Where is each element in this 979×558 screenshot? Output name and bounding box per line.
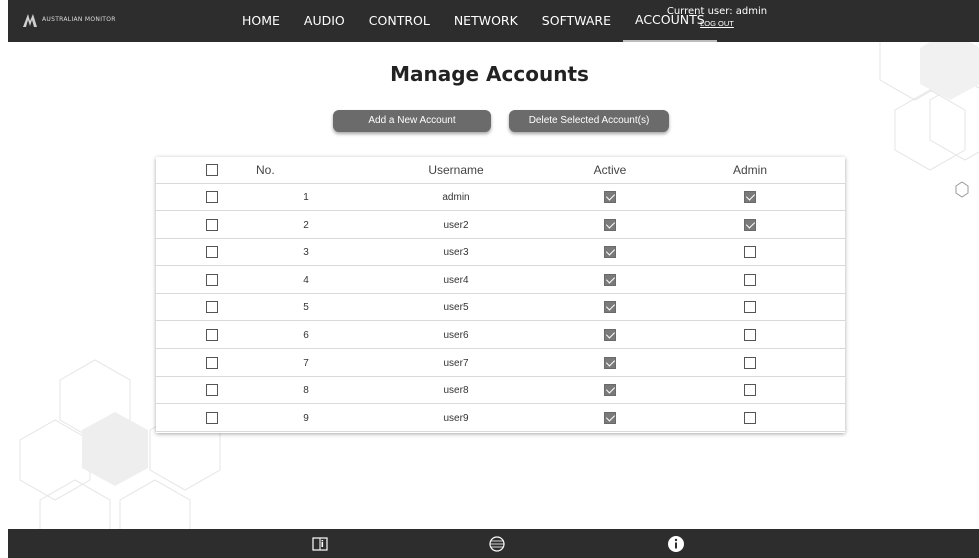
table-row: 1 admin xyxy=(156,184,845,211)
row-username: user8 xyxy=(443,385,469,397)
header-admin: Admin xyxy=(732,163,767,177)
row-number: 1 xyxy=(303,192,309,203)
table-header-row: No. Username Active Admin xyxy=(156,157,845,184)
row-select-checkbox[interactable] xyxy=(206,246,218,259)
row-admin-checkbox[interactable] xyxy=(744,218,756,231)
row-select-checkbox[interactable] xyxy=(206,356,218,369)
row-admin-checkbox[interactable] xyxy=(744,356,756,369)
row-select-checkbox[interactable] xyxy=(206,273,218,286)
nav-home[interactable]: HOME xyxy=(230,0,292,42)
row-active-checkbox[interactable] xyxy=(604,218,616,231)
row-admin-checkbox[interactable] xyxy=(744,329,756,341)
info-icon[interactable] xyxy=(667,535,685,553)
row-active-checkbox[interactable] xyxy=(604,301,616,314)
table-row: 7 user7 xyxy=(156,350,845,377)
row-admin-checkbox[interactable] xyxy=(744,273,756,286)
main-nav: HOME AUDIO CONTROL NETWORK SOFTWARE ACCO… xyxy=(230,0,717,42)
row-admin-checkbox[interactable] xyxy=(744,246,756,259)
table-row: 8 user8 xyxy=(156,377,845,405)
row-number: 5 xyxy=(303,302,309,314)
row-select-checkbox[interactable] xyxy=(206,411,218,424)
row-number: 2 xyxy=(303,219,309,231)
row-username: user4 xyxy=(443,274,469,286)
page-title: Manage Accounts xyxy=(390,62,589,86)
top-nav-bar: AUSTRALIAN MONITOR HOME AUDIO CONTROL NE… xyxy=(8,0,979,42)
row-active-checkbox[interactable] xyxy=(604,411,616,424)
row-username: user3 xyxy=(443,247,469,259)
table-row: 3 user3 xyxy=(156,239,845,267)
row-admin-checkbox[interactable] xyxy=(744,191,756,203)
row-active-checkbox[interactable] xyxy=(604,329,616,341)
row-select-checkbox[interactable] xyxy=(206,384,218,397)
row-select-checkbox[interactable] xyxy=(206,329,218,341)
table-row: 6 user6 xyxy=(156,322,845,349)
accounts-table: No. Username Active Admin 1 admin 2 user2 3 u… xyxy=(156,157,845,433)
row-admin-checkbox[interactable] xyxy=(744,411,756,424)
nav-control[interactable]: CONTROL xyxy=(357,0,442,42)
row-active-checkbox[interactable] xyxy=(604,273,616,286)
row-admin-checkbox[interactable] xyxy=(744,301,756,314)
row-admin-checkbox[interactable] xyxy=(744,384,756,397)
row-number: 7 xyxy=(303,357,309,369)
row-active-checkbox[interactable] xyxy=(604,246,616,259)
header-no: No. xyxy=(256,163,275,177)
row-select-checkbox[interactable] xyxy=(206,301,218,314)
table-row: 2 user2 xyxy=(156,212,845,239)
row-number: 3 xyxy=(303,247,309,259)
header-username: Username xyxy=(428,163,484,177)
row-number: 8 xyxy=(303,385,309,397)
row-username: admin xyxy=(442,192,470,203)
brand-logo[interactable]: AUSTRALIAN MONITOR xyxy=(22,12,116,28)
row-username: user5 xyxy=(443,302,469,314)
row-select-checkbox[interactable] xyxy=(206,191,218,203)
logout-link[interactable]: LOG OUT xyxy=(662,19,772,28)
row-active-checkbox[interactable] xyxy=(604,356,616,369)
row-username: user6 xyxy=(443,330,469,341)
row-number: 6 xyxy=(303,330,309,341)
row-username: user9 xyxy=(443,412,469,424)
row-number: 4 xyxy=(303,274,309,286)
table-row: 9 user9 xyxy=(156,405,845,432)
row-username: user7 xyxy=(443,357,469,369)
select-all-checkbox[interactable] xyxy=(206,164,218,176)
nav-audio[interactable]: AUDIO xyxy=(292,0,357,42)
row-active-checkbox[interactable] xyxy=(604,191,616,203)
logo-text: AUSTRALIAN MONITOR xyxy=(42,16,116,23)
table-row: 5 user5 xyxy=(156,294,845,322)
row-username: user2 xyxy=(443,219,469,231)
manual-icon[interactable] xyxy=(311,535,329,553)
footer-bar xyxy=(8,529,979,558)
row-number: 9 xyxy=(303,412,309,424)
logo-icon xyxy=(23,14,37,27)
current-user-label: Current user: admin xyxy=(666,6,768,17)
current-user-box: Current user: admin LOG OUT xyxy=(662,6,772,28)
row-select-checkbox[interactable] xyxy=(206,218,218,231)
globe-icon[interactable] xyxy=(488,535,506,553)
nav-network[interactable]: NETWORK xyxy=(442,0,530,42)
row-active-checkbox[interactable] xyxy=(604,384,616,397)
add-account-button[interactable]: Add a New Account xyxy=(333,110,491,132)
delete-selected-button[interactable]: Delete Selected Account(s) xyxy=(509,110,669,132)
header-active: Active xyxy=(593,163,627,177)
table-row: 4 user4 xyxy=(156,267,845,294)
nav-software[interactable]: SOFTWARE xyxy=(530,0,623,42)
